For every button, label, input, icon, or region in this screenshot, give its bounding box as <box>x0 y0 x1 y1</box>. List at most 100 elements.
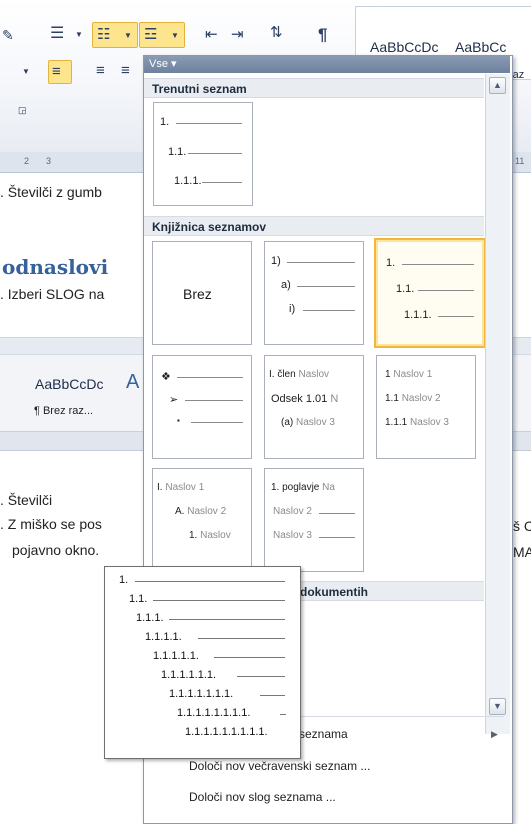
align-left-button[interactable]: ≡ <box>48 60 72 84</box>
numbering-dropdown-icon: ▼ <box>124 31 132 40</box>
text-effect-icon[interactable]: ✎ <box>2 28 14 42</box>
tile-level-label: 1) <box>271 255 281 267</box>
tile-level-label: I. člen Naslov <box>269 369 329 380</box>
tile-level-number: (a) <box>281 417 294 428</box>
multilevel-dropdown-icon: ▼ <box>171 31 179 40</box>
tile-level-label: 1.1.1 Naslov 3 <box>385 417 449 428</box>
tile-level-label: a) <box>281 279 291 291</box>
tile-line <box>191 422 243 423</box>
preview-line <box>169 619 285 620</box>
doc-line: . Izberi SLOG na <box>0 286 105 302</box>
increase-indent-icon[interactable]: ⇥ <box>231 27 244 42</box>
submenu-arrow-icon: ▶ <box>491 729 498 739</box>
menu-item-define-multilevel[interactable]: Določi nov večravenski seznam ... <box>189 759 370 773</box>
tile-level-label: 1.1. <box>168 146 187 158</box>
tile-none-label: Brez <box>183 286 212 302</box>
tile-level-label: (a) Naslov 3 <box>281 417 335 428</box>
embed-style-sample: AaBbCcDc <box>35 376 104 392</box>
doc-fragment: š C <box>513 518 531 534</box>
tile-line <box>185 400 243 401</box>
style-sample-2[interactable]: AaBbCc <box>455 39 506 55</box>
tile-level-style: N <box>330 393 339 405</box>
style-sample-1[interactable]: AaBbCcDc <box>370 39 438 55</box>
tile-level-number: 1.1 <box>385 393 399 404</box>
preview-level-label: 1.1.1.1.1. <box>153 650 199 662</box>
numbering-button[interactable]: ☷ ▼ <box>92 22 138 48</box>
tile-line <box>297 286 355 287</box>
list-preview-tooltip: 1. 1.1. 1.1.1. 1.1.1.1. 1.1.1.1.1. 1.1.1… <box>104 566 301 759</box>
align-center-icon[interactable]: ≡ <box>96 63 105 78</box>
gallery-scrollbar[interactable]: ▲ ▼ <box>485 74 510 734</box>
bullets-dropdown-icon[interactable]: ▼ <box>75 31 83 39</box>
align-left-icon: ≡ <box>52 63 61 80</box>
list-tile-naslov[interactable]: 1 Naslov 1 1.1 Naslov 2 1.1.1 Naslov 3 <box>376 355 476 459</box>
current-list-tile[interactable]: 1. 1.1. 1.1.1. <box>153 102 253 206</box>
tile-level-style: Naslov 3 <box>410 417 449 428</box>
tile-level-label: Odsek 1.01 N <box>271 393 338 405</box>
paragraph-dialog-icon[interactable]: ◲ <box>18 106 27 115</box>
list-tile-roman[interactable]: I. Naslov 1 A. Naslov 2 1. Naslov <box>152 468 252 572</box>
tile-level-number: I. <box>157 482 163 493</box>
bullet-diamond-icon: ❖ <box>161 371 171 383</box>
preview-level-label: 1.1.1.1.1.1. <box>161 669 217 681</box>
tile-level-number: 1. poglavje <box>271 482 320 493</box>
font-color-dropdown-icon[interactable]: ▼ <box>22 68 30 76</box>
tile-level-number: A. <box>175 506 185 517</box>
tile-level-label: 1. poglavje Na <box>271 482 335 493</box>
list-tile-bullets[interactable]: ❖ ➢ ▪ <box>152 355 252 459</box>
filter-dropdown[interactable]: Vse ▾ <box>144 56 510 73</box>
preview-line <box>198 638 285 639</box>
sort-icon[interactable]: ⇅ <box>270 25 283 40</box>
doc-line: . Številči <box>0 492 53 508</box>
preview-level-label: 1.1.1.1. <box>145 631 182 643</box>
tile-level-label: 1.1. <box>396 283 415 295</box>
tile-line <box>188 153 242 154</box>
scroll-down-button[interactable]: ▼ <box>489 698 506 715</box>
preview-line <box>237 676 285 677</box>
preview-level-label: 1.1.1. <box>136 612 164 624</box>
doc-line: . Z miško se pos <box>0 516 102 532</box>
tile-level-label: 1. Naslov <box>189 530 231 541</box>
preview-line <box>214 657 285 658</box>
tile-level-label: I. Naslov 1 <box>157 482 204 493</box>
decrease-indent-icon[interactable]: ⇤ <box>205 27 218 42</box>
show-marks-icon[interactable]: ¶ <box>318 26 327 43</box>
tile-level-style: Naslov <box>200 530 231 541</box>
tile-level-style: Na <box>322 482 335 493</box>
list-tile-clen[interactable]: I. člen Naslov Odsek 1.01 N (a) Naslov 3 <box>264 355 364 459</box>
bullets-icon[interactable]: ☰ <box>50 26 64 42</box>
tile-line <box>202 182 242 183</box>
tile-line <box>287 262 355 263</box>
menu-item-define-list-style[interactable]: Določi nov slog seznama ... <box>189 790 336 804</box>
tile-level-number: 1.1.1 <box>385 417 408 428</box>
tile-level-style: Naslov 3 <box>296 417 335 428</box>
preview-level-label: 1. <box>119 574 129 586</box>
preview-line <box>280 714 286 715</box>
list-tile-paren[interactable]: 1) a) i) <box>264 241 364 345</box>
preview-line <box>135 581 285 582</box>
menu-item-list-library[interactable]: seznama <box>299 727 348 741</box>
tile-level-style: Naslov 1 <box>393 369 433 380</box>
tile-level-style: Naslov 1 <box>165 482 205 493</box>
ruler-mark: 3 <box>46 156 52 166</box>
list-tile-none[interactable]: Brez <box>152 241 252 345</box>
tile-line <box>303 310 355 311</box>
align-right-icon[interactable]: ≡ <box>121 63 130 78</box>
tile-level-style: Naslov 2 <box>273 506 312 517</box>
tile-line <box>319 513 355 514</box>
doc-fragment: MA <box>513 544 531 560</box>
tile-level-style: Naslov 2 <box>401 393 441 404</box>
section-header-docs-label: dokumentih <box>300 585 368 599</box>
tile-level-style: Naslov 3 <box>273 530 312 541</box>
multilevel-list-icon: ☲ <box>144 26 158 43</box>
list-tile-poglavje[interactable]: 1. poglavje Na Naslov 2 Naslov 3 <box>264 468 364 572</box>
multilevel-list-button[interactable]: ☲ ▼ <box>139 22 185 48</box>
list-tile-decimal[interactable]: 1. 1.1. 1.1.1. <box>374 238 486 348</box>
tile-level-number: Odsek 1.01 <box>271 393 328 405</box>
preview-level-label: 1.1.1.1.1.1.1.1. <box>177 707 251 719</box>
preview-level-label: 1.1.1.1.1.1.1.1.1. <box>185 726 268 738</box>
tile-level-label: 1.1.1. <box>174 175 202 187</box>
scroll-up-button[interactable]: ▲ <box>489 77 506 94</box>
preview-level-label: 1.1.1.1.1.1.1. <box>169 688 234 700</box>
tile-line <box>176 123 242 124</box>
